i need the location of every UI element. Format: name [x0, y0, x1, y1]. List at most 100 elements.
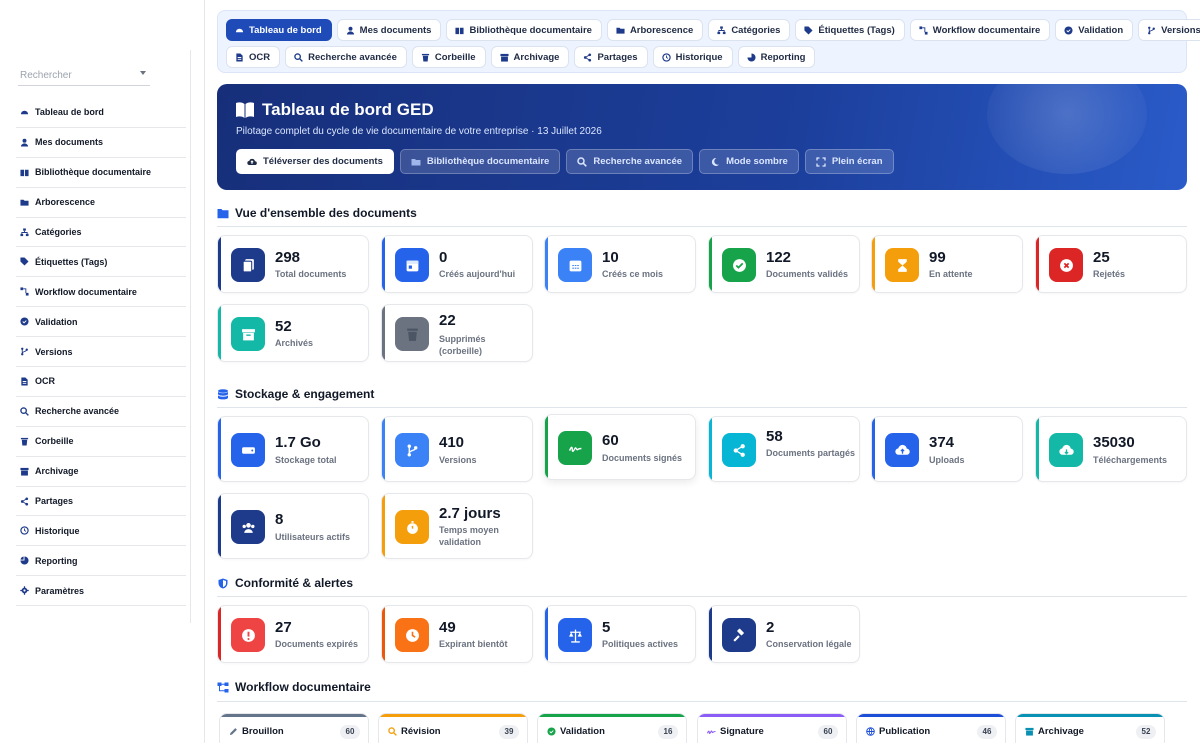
card-accent	[709, 236, 712, 292]
workflow-stage-archiving[interactable]: Archivage 52	[1015, 713, 1165, 743]
sidebar-item-tags[interactable]: Étiquettes (Tags)	[16, 247, 186, 278]
sidebar-item-tree[interactable]: Arborescence	[16, 188, 186, 218]
tab-label: Bibliothèque documentaire	[469, 24, 592, 36]
sidebar-item-ocr[interactable]: OCR	[16, 367, 186, 397]
workflow-stage-validation[interactable]: Validation 16	[537, 713, 687, 743]
pencil-icon	[229, 728, 237, 736]
stat-card-pending[interactable]: 99 En attente	[871, 235, 1023, 293]
user-icon	[19, 137, 29, 147]
tab-validation[interactable]: Validation	[1055, 19, 1134, 41]
balance-scale-icon	[558, 618, 592, 652]
card-accent	[218, 236, 221, 292]
stat-card-avg-validation-time[interactable]: 2.7 jours Temps moyen validation	[381, 493, 533, 559]
tab-versions[interactable]: Versions	[1138, 19, 1200, 41]
sidebar-item-trash[interactable]: Corbeille	[16, 427, 186, 457]
sidebar-search-select[interactable]: Rechercher	[18, 66, 150, 86]
tab-ocr[interactable]: OCR	[226, 46, 281, 68]
tab-label: Recherche avancée	[308, 51, 397, 63]
stat-label: Politiques actives	[602, 639, 679, 649]
stat-card-archived[interactable]: 52 Archivés	[217, 304, 369, 362]
stat-card-versions[interactable]: 410 Versions	[381, 416, 533, 482]
copy-icon	[231, 248, 265, 282]
alert-circle-icon	[231, 618, 265, 652]
stat-card-deleted[interactable]: 22 Supprimés (corbeille)	[381, 304, 533, 362]
tab-shares[interactable]: Partages	[574, 46, 648, 68]
stat-card-shared[interactable]: 58 Documents partagés	[708, 416, 860, 482]
sidebar-item-dashboard[interactable]: Tableau de bord	[16, 98, 186, 128]
workflow-stage-publication[interactable]: Publication 46	[856, 713, 1006, 743]
sidebar-item-history[interactable]: Historique	[16, 516, 186, 547]
tab-my-documents[interactable]: Mes documents	[336, 19, 442, 41]
stat-card-expired[interactable]: 27 Documents expirés	[217, 605, 369, 663]
workflow-stage-signature[interactable]: Signature 60	[697, 713, 847, 743]
sidebar-item-validation[interactable]: Validation	[16, 307, 186, 338]
sidebar-item-versions[interactable]: Versions	[16, 337, 186, 368]
sidebar-item-shares[interactable]: Partages	[16, 487, 186, 517]
check-circle-icon	[547, 727, 556, 736]
tab-tags[interactable]: Étiquettes (Tags)	[795, 19, 905, 41]
stage-label: Signature	[720, 726, 764, 737]
tab-history[interactable]: Historique	[652, 46, 733, 68]
stat-card-validated[interactable]: 122 Documents validés	[708, 235, 860, 293]
card-accent	[545, 236, 548, 292]
sidebar-item-categories[interactable]: Catégories	[16, 218, 186, 248]
stat-card-rejected[interactable]: 25 Rejetés	[1035, 235, 1187, 293]
tab-categories[interactable]: Catégories	[708, 19, 791, 41]
workflow-icon	[217, 682, 229, 692]
stage-label: Brouillon	[242, 726, 284, 737]
stage-name: Signature	[707, 726, 764, 737]
stat-card-downloads[interactable]: 35030 Téléchargements	[1035, 416, 1187, 482]
stat-card-total-storage[interactable]: 1.7 Go Stockage total	[217, 416, 369, 482]
sidebar-search-placeholder: Rechercher	[20, 70, 72, 81]
sidebar-item-workflow[interactable]: Workflow documentaire	[16, 277, 186, 308]
card-accent	[218, 305, 221, 361]
section-title-workflow: Workflow documentaire	[217, 680, 371, 694]
sidebar-item-label: Mes documents	[35, 137, 104, 148]
sidebar-item-label: Recherche avancée	[35, 406, 120, 417]
stat-label: Expirant bientôt	[439, 639, 508, 649]
sidebar-item-label: Bibliothèque documentaire	[35, 167, 152, 178]
tab-library[interactable]: Bibliothèque documentaire	[446, 19, 602, 41]
stat-label: Documents partagés	[766, 448, 856, 458]
tab-reporting[interactable]: Reporting	[737, 46, 816, 68]
stat-card-signed[interactable]: 60 Documents signés	[544, 414, 696, 480]
check-circle-icon	[722, 248, 756, 282]
gear-icon	[19, 586, 29, 596]
tab-workflow[interactable]: Workflow documentaire	[909, 19, 1051, 41]
stat-value: 58	[766, 428, 783, 445]
tab-archiving[interactable]: Archivage	[490, 46, 570, 68]
upload-documents-button[interactable]: Téléverser des documents	[236, 149, 394, 174]
stat-card-created-today[interactable]: 0 Créés aujourd'hui	[381, 235, 533, 293]
stat-card-uploads[interactable]: 374 Uploads	[871, 416, 1023, 482]
stat-card-created-month[interactable]: 10 Créés ce mois	[544, 235, 696, 293]
sidebar-item-reporting[interactable]: Reporting	[16, 546, 186, 577]
tab-dashboard[interactable]: Tableau de bord	[226, 19, 332, 41]
tab-trash[interactable]: Corbeille	[411, 46, 486, 68]
sidebar-item-advanced-search[interactable]: Recherche avancée	[16, 397, 186, 427]
sidebar-item-library[interactable]: Bibliothèque documentaire	[16, 158, 186, 188]
section-title-compliance: Conformité & alertes	[217, 576, 353, 590]
stat-card-active-users[interactable]: 8 Utilisateurs actifs	[217, 493, 369, 559]
fullscreen-button[interactable]: Plein écran	[804, 149, 894, 174]
stat-card-expiring-soon[interactable]: 49 Expirant bientôt	[381, 605, 533, 663]
dark-mode-button[interactable]: Mode sombre	[699, 149, 799, 174]
card-accent	[872, 417, 875, 481]
tab-label: Historique	[675, 51, 723, 63]
main-divider	[204, 0, 205, 743]
sidebar-item-settings[interactable]: Paramètres	[16, 576, 186, 607]
library-button[interactable]: Bibliothèque documentaire	[399, 149, 561, 174]
history-icon	[19, 526, 29, 536]
sidebar-item-label: Workflow documentaire	[35, 286, 137, 297]
advanced-search-button[interactable]: Recherche avancée	[566, 149, 694, 174]
stat-card-legal-hold[interactable]: 2 Conservation légale	[708, 605, 860, 663]
stat-card-total-documents[interactable]: 298 Total documents	[217, 235, 369, 293]
sidebar-item-my-documents[interactable]: Mes documents	[16, 128, 186, 158]
stage-name: Archivage	[1025, 726, 1084, 737]
stat-label: Versions	[439, 455, 477, 465]
sidebar-item-archiving[interactable]: Archivage	[16, 457, 186, 487]
tab-advanced-search[interactable]: Recherche avancée	[285, 46, 407, 68]
workflow-stage-draft[interactable]: Brouillon 60	[219, 713, 369, 743]
stat-card-active-policies[interactable]: 5 Politiques actives	[544, 605, 696, 663]
tab-tree[interactable]: Arborescence	[606, 19, 704, 41]
workflow-stage-review[interactable]: Révision 39	[378, 713, 528, 743]
